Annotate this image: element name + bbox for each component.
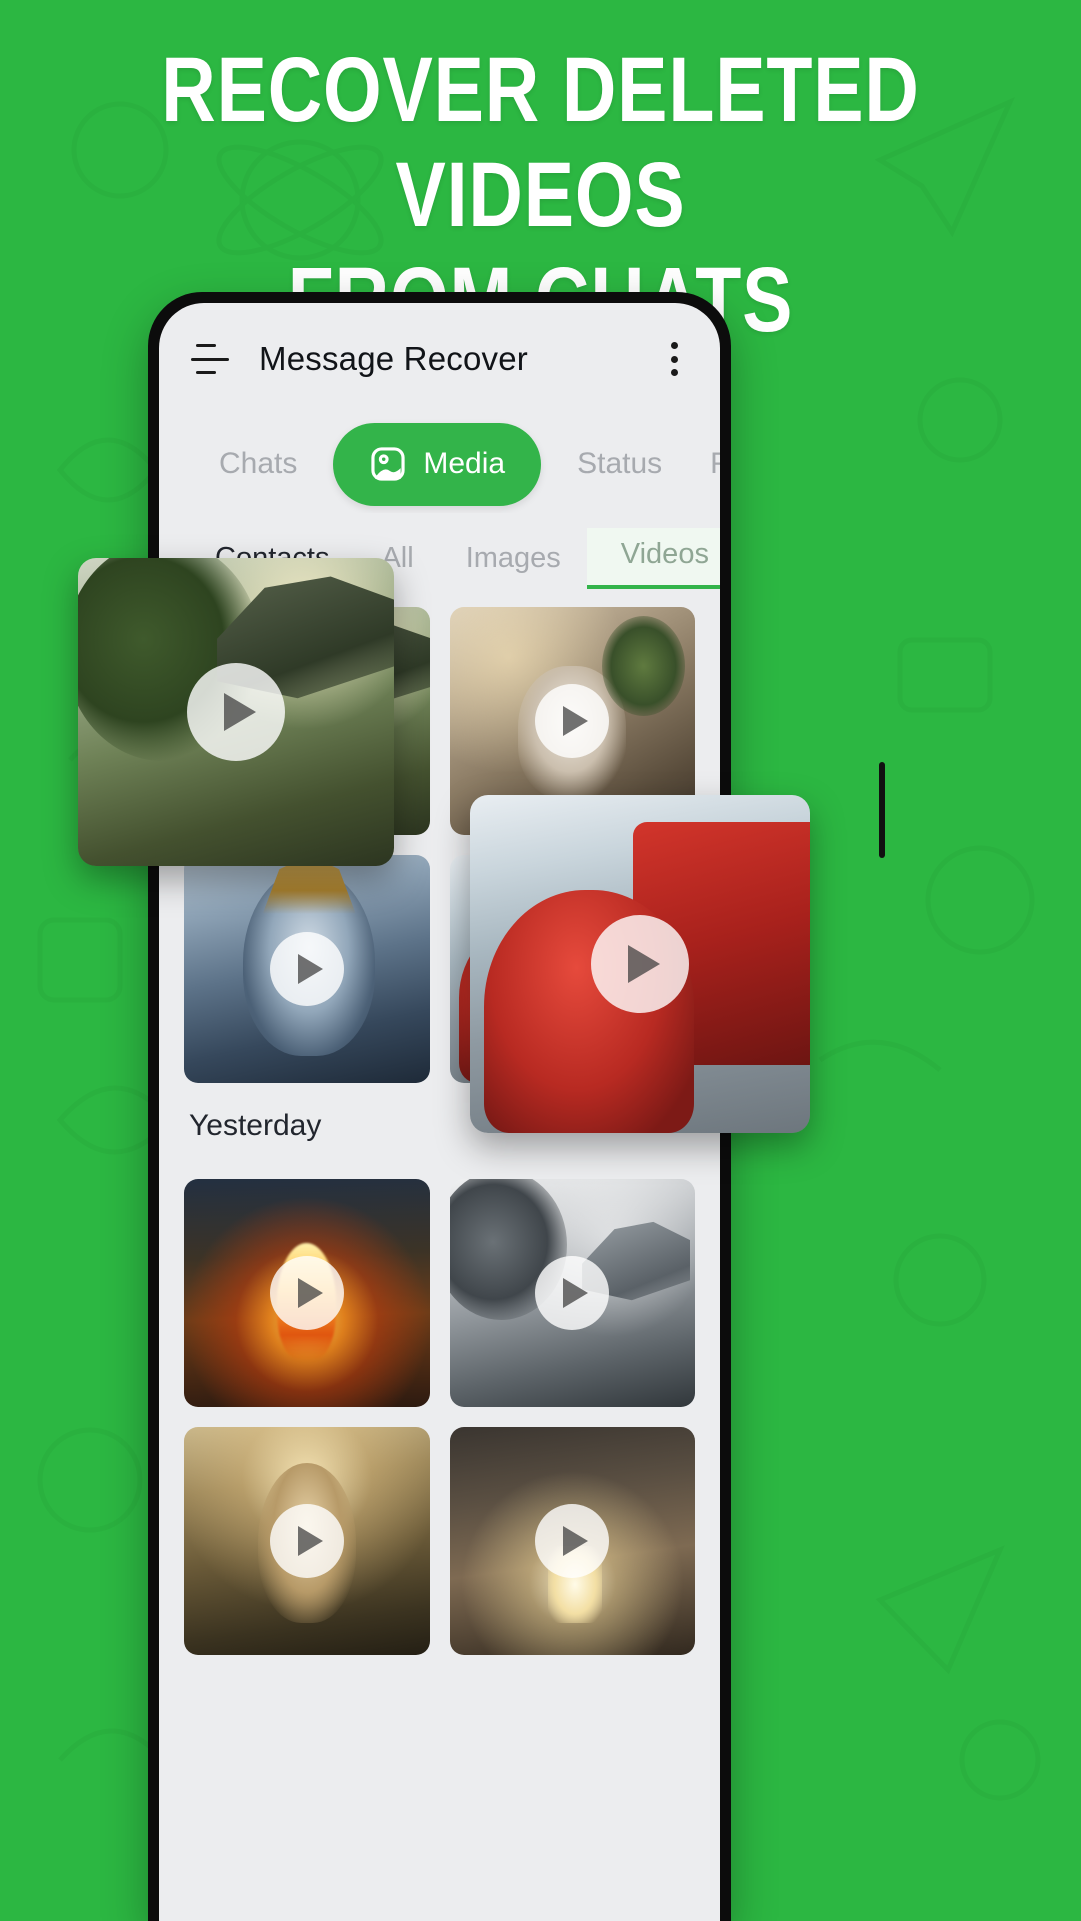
image-icon [371, 447, 405, 481]
play-icon[interactable] [591, 915, 689, 1013]
tab-chats[interactable]: Chats [195, 447, 321, 481]
tab-status[interactable]: Status [553, 447, 686, 481]
play-icon[interactable] [535, 684, 610, 758]
video-thumb-bw-temple[interactable] [449, 1179, 695, 1407]
play-icon[interactable] [269, 1256, 344, 1330]
tab-favorites[interactable]: Favo [686, 447, 720, 481]
three-dot-menu-icon[interactable] [658, 339, 690, 379]
subtab-videos[interactable]: Videos [586, 528, 720, 589]
play-icon[interactable] [535, 1256, 610, 1330]
app-title: Message Recover [259, 340, 528, 377]
video-thumb-gift[interactable] [449, 1427, 695, 1655]
video-thumb-bonfire[interactable] [184, 1179, 430, 1407]
play-icon[interactable] [269, 932, 344, 1006]
phone-power-button[interactable] [879, 762, 885, 858]
play-icon[interactable] [187, 663, 285, 761]
play-icon[interactable] [535, 1504, 610, 1578]
app-bar: Message Recover [159, 303, 720, 415]
media-grid-yesterday [159, 1161, 720, 1655]
poster-root: RECOVER DELETED VIDEOS FROM CHATS Messag… [0, 0, 1081, 1921]
floating-video-card-garden[interactable] [78, 558, 394, 866]
primary-tab-bar: Chats Media Status Favo [159, 415, 720, 513]
headline-line-1: RECOVER DELETED VIDEOS [161, 39, 920, 246]
hamburger-menu-icon[interactable] [191, 344, 229, 374]
floating-video-card-train[interactable] [470, 795, 810, 1133]
tab-media[interactable]: Media [333, 422, 542, 506]
video-thumb-portrait[interactable] [184, 1427, 430, 1655]
tab-media-label: Media [423, 447, 506, 480]
subtab-images[interactable]: Images [440, 532, 587, 589]
play-icon[interactable] [269, 1504, 344, 1578]
video-thumb-mural[interactable] [184, 855, 430, 1083]
